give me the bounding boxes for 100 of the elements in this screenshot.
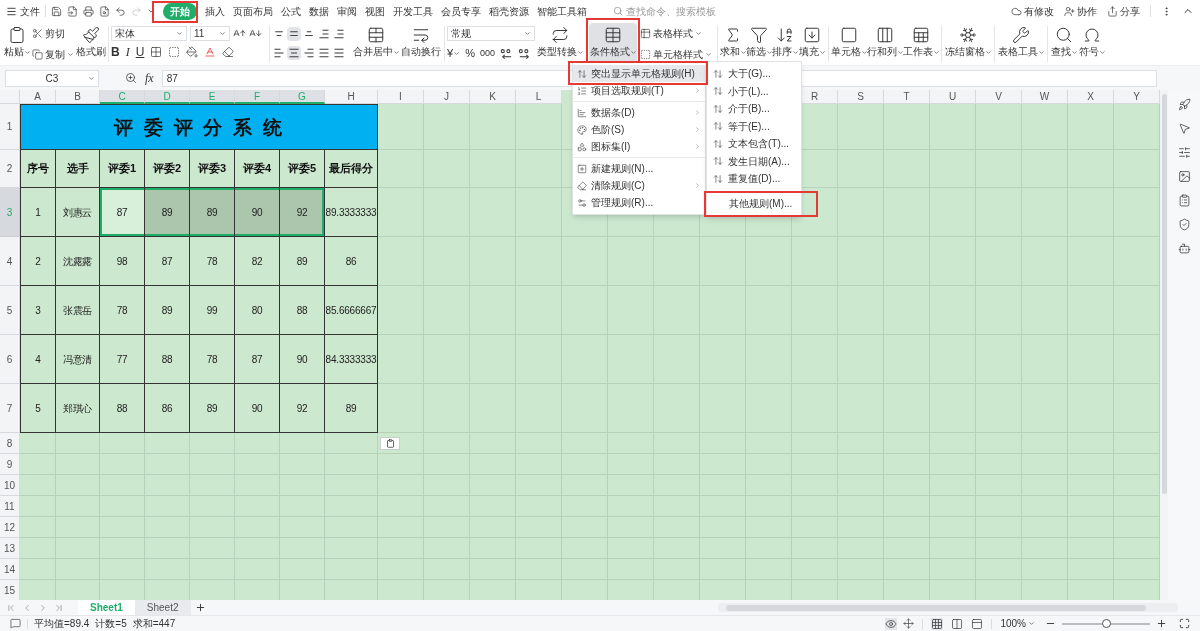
- wrap-text-button[interactable]: 自动换行: [400, 23, 442, 63]
- print-icon[interactable]: [83, 5, 94, 17]
- ribbon-tab[interactable]: 审阅: [337, 3, 357, 19]
- pointer-icon[interactable]: [1177, 122, 1191, 135]
- copy-button[interactable]: 复制: [32, 47, 76, 62]
- merge-button[interactable]: 合并居中: [352, 23, 400, 63]
- file-menu[interactable]: 文件: [6, 3, 40, 19]
- cut-button[interactable]: 剪切: [32, 26, 76, 41]
- columns-button[interactable]: 行和列: [867, 23, 903, 63]
- number-format-field[interactable]: 常规: [447, 26, 535, 41]
- menu-item[interactable]: 文本包含(T)...: [707, 135, 801, 153]
- zoom-level[interactable]: 100%: [1000, 616, 1035, 631]
- row-header[interactable]: 2: [0, 150, 20, 188]
- export-icon[interactable]: [67, 5, 78, 17]
- paste-button[interactable]: 粘贴: [2, 23, 32, 63]
- menu-item[interactable]: 数据条(D): [573, 104, 705, 121]
- underline-button[interactable]: U: [135, 45, 145, 59]
- convert-button[interactable]: 类型转换: [535, 23, 585, 63]
- ribbon-tab[interactable]: 智能工具箱: [537, 3, 587, 19]
- border-icon[interactable]: [150, 46, 163, 58]
- row-header[interactable]: 13: [0, 538, 20, 559]
- column-header[interactable]: A: [20, 90, 56, 104]
- column-header[interactable]: I: [378, 90, 424, 104]
- fill-color-icon[interactable]: [186, 46, 199, 58]
- search-button[interactable]: 查找: [1050, 23, 1078, 63]
- align-right-icon[interactable]: [302, 46, 316, 60]
- zoom-in-icon[interactable]: [1156, 618, 1167, 629]
- page-break-icon[interactable]: [951, 617, 964, 630]
- row-header[interactable]: 8: [0, 433, 20, 454]
- format-painter-button[interactable]: 格式刷: [76, 23, 106, 63]
- cell-style-button[interactable]: 单元格样式: [640, 47, 712, 62]
- sort-button[interactable]: 排序: [772, 23, 798, 63]
- decrease-decimal-icon[interactable]: [517, 47, 531, 60]
- row-header[interactable]: 15: [0, 580, 20, 600]
- normal-view-icon[interactable]: [931, 617, 944, 630]
- align-left-icon[interactable]: [272, 46, 286, 60]
- customize-icon[interactable]: [147, 7, 155, 15]
- row-header[interactable]: 14: [0, 559, 20, 580]
- name-box[interactable]: C3: [5, 69, 99, 87]
- sigma-button[interactable]: 求和: [720, 23, 746, 63]
- ribbon-tab[interactable]: 开发工具: [393, 3, 433, 19]
- eraser-icon[interactable]: [222, 46, 235, 58]
- percent-button[interactable]: %: [465, 45, 475, 62]
- ribbon-tab[interactable]: 数据: [309, 3, 329, 19]
- ribbon-tab[interactable]: 公式: [281, 3, 301, 19]
- italic-button[interactable]: I: [125, 45, 130, 59]
- save-icon[interactable]: [51, 5, 62, 17]
- function-label[interactable]: fx: [145, 69, 154, 87]
- table-style-button[interactable]: 表格样式: [640, 26, 712, 41]
- row-header[interactable]: 11: [0, 496, 20, 517]
- sheet-button[interactable]: 工作表: [903, 23, 939, 63]
- ribbon-tab[interactable]: 稻壳资源: [489, 3, 529, 19]
- header-action[interactable]: 协作: [1064, 3, 1097, 19]
- column-header[interactable]: K: [470, 90, 516, 104]
- column-header[interactable]: H: [325, 90, 378, 104]
- menu-item[interactable]: 突出显示单元格规则(H): [573, 65, 705, 82]
- macro-icon[interactable]: [10, 618, 21, 629]
- menu-item[interactable]: 等于(E)...: [707, 117, 801, 135]
- crosshair-icon[interactable]: [903, 618, 915, 629]
- indent-increase-icon[interactable]: [332, 27, 346, 41]
- font-color-icon[interactable]: [204, 46, 217, 58]
- currency-button[interactable]: ¥: [447, 45, 461, 62]
- menu-item[interactable]: 图标集(I): [573, 138, 705, 155]
- rocket-icon[interactable]: [1177, 98, 1191, 111]
- shield-icon[interactable]: [1177, 218, 1191, 231]
- add-sheet-icon[interactable]: [194, 602, 206, 613]
- align-middle-icon[interactable]: [287, 27, 301, 41]
- column-header[interactable]: X: [1068, 90, 1114, 104]
- ribbon-tab[interactable]: 插入: [205, 3, 225, 19]
- menu-item[interactable]: 重复值(D)...: [707, 170, 801, 188]
- paste-options-button[interactable]: [380, 437, 400, 450]
- clipboard-icon[interactable]: [1177, 194, 1191, 207]
- square-button[interactable]: 单元格: [831, 23, 867, 63]
- image-icon[interactable]: [1177, 170, 1191, 183]
- vertical-scrollbar[interactable]: [1161, 94, 1167, 494]
- font-size-field[interactable]: 11: [190, 26, 230, 41]
- preview-icon[interactable]: [99, 5, 110, 17]
- row-header[interactable]: 6: [0, 335, 20, 384]
- wrench-button[interactable]: 表格工具: [997, 23, 1045, 63]
- column-header[interactable]: S: [838, 90, 884, 104]
- eye-icon[interactable]: [885, 617, 898, 630]
- row-header[interactable]: 1: [0, 104, 20, 150]
- align-center-icon[interactable]: [287, 46, 301, 60]
- menu-item[interactable]: 其他规则(M)...: [707, 194, 801, 213]
- fill-down-button[interactable]: 填充: [798, 23, 826, 63]
- undo-icon[interactable]: [115, 5, 126, 17]
- horizontal-scrollbar[interactable]: [725, 604, 1146, 611]
- column-header[interactable]: Y: [1114, 90, 1160, 104]
- sliders-icon[interactable]: [1177, 146, 1191, 159]
- increase-decimal-icon[interactable]: [499, 47, 513, 60]
- column-header[interactable]: T: [884, 90, 930, 104]
- page-layout-icon[interactable]: [971, 617, 984, 630]
- funnel-button[interactable]: 筛选: [746, 23, 772, 63]
- cell-shading-icon[interactable]: [168, 46, 181, 58]
- column-header[interactable]: W: [1022, 90, 1068, 104]
- column-header[interactable]: V: [976, 90, 1022, 104]
- snowflake-button[interactable]: 冻结窗格: [944, 23, 992, 63]
- row-header[interactable]: 10: [0, 475, 20, 496]
- font-name-field[interactable]: 宋体: [111, 26, 187, 41]
- thousands-button[interactable]: 000: [479, 46, 495, 60]
